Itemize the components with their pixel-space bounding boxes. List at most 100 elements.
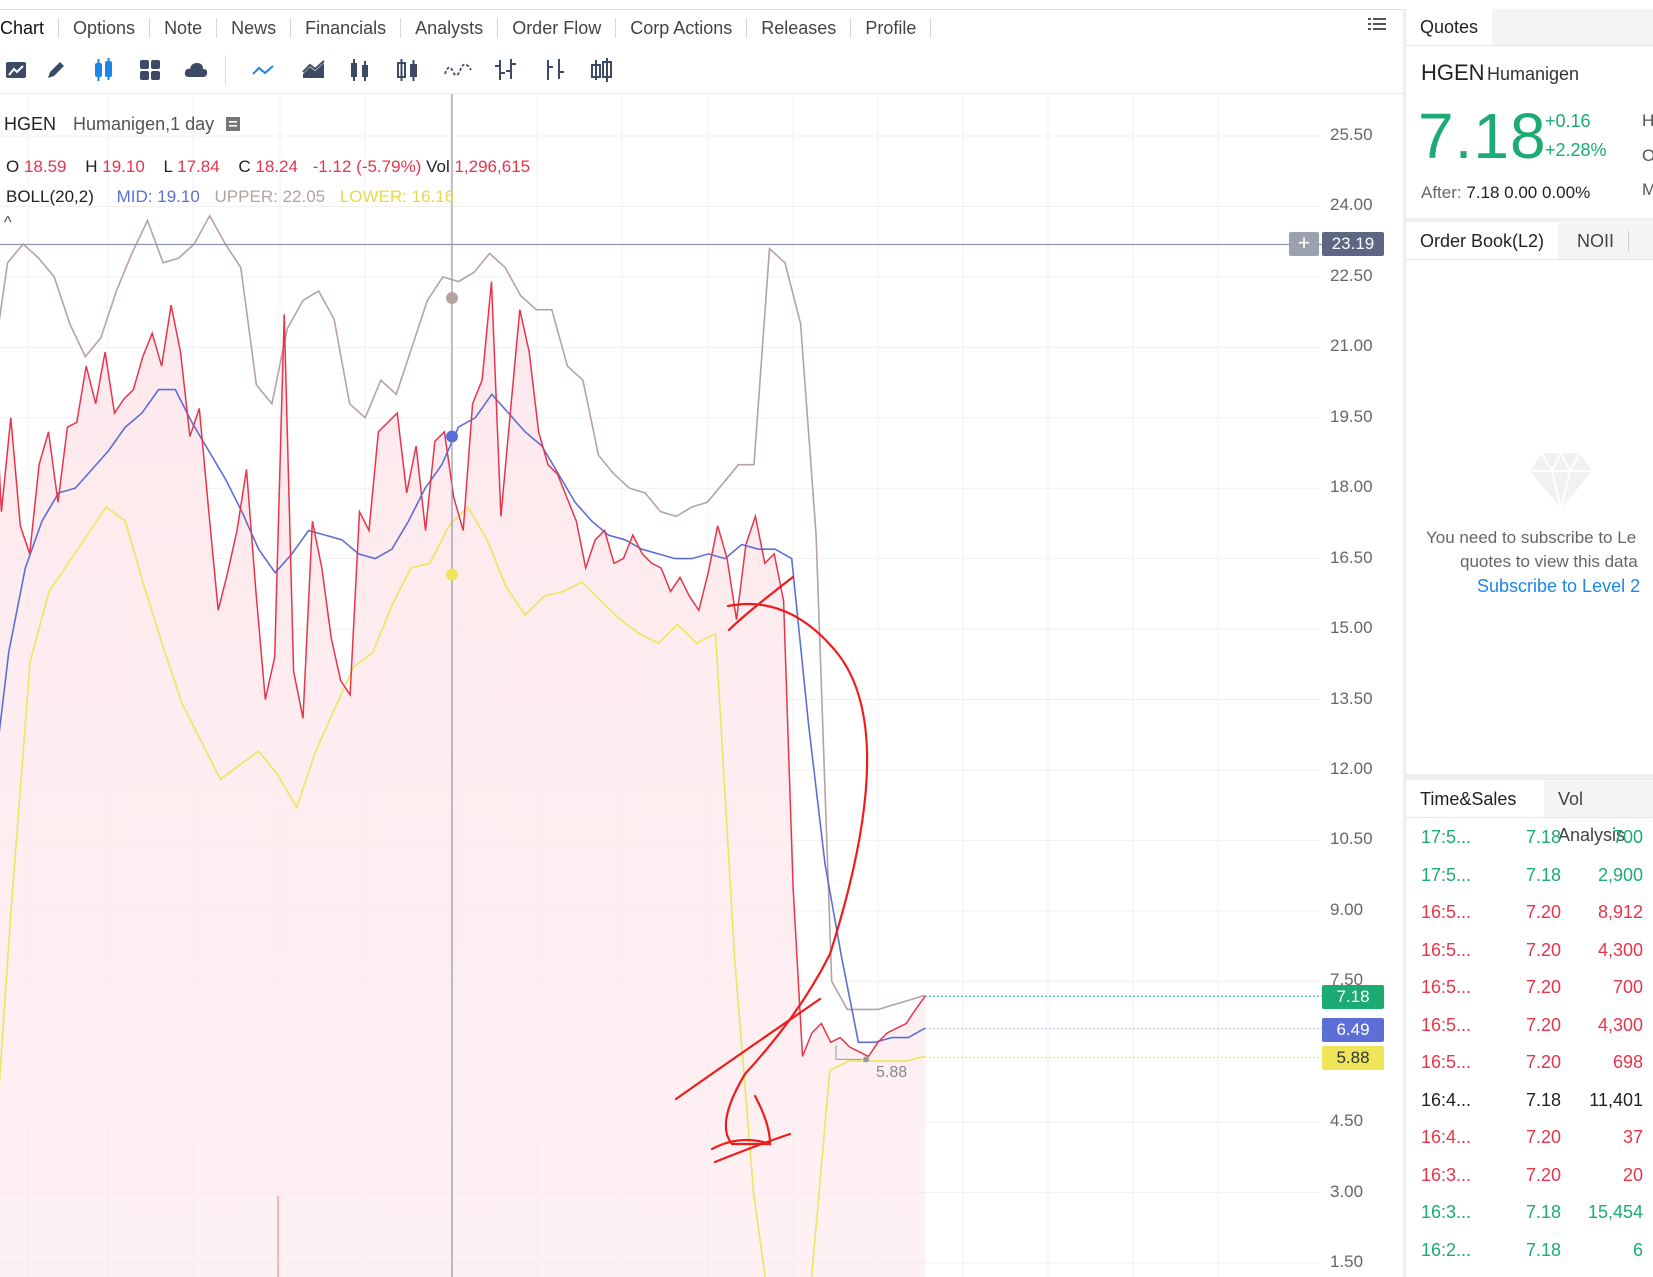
toolbar-separator (225, 55, 226, 85)
trade-price: 7.20 (1525, 902, 1561, 922)
trade-price: 7.18 (1525, 1239, 1561, 1260)
symbol-code: HGEN (4, 114, 57, 134)
time-sales-row[interactable]: 16:5... 7.20 8,912 (1406, 894, 1653, 931)
trade-time: 16:4... (1421, 1089, 1472, 1110)
tab-analysts[interactable]: Analysts (401, 18, 499, 38)
price-chart[interactable] (0, 94, 1403, 1277)
price-axis-label: 19.50 (1330, 406, 1373, 426)
crosshair-add-icon[interactable]: + (1289, 232, 1319, 256)
diamond-icon (1530, 451, 1592, 510)
price-axis-label: 10.50 (1330, 829, 1373, 849)
time-sales-row[interactable]: 16:2... 7.18 6 (1406, 1232, 1653, 1269)
candle-chart-icon[interactable] (346, 52, 374, 88)
ohlc-bar-icon[interactable] (492, 52, 520, 88)
tab-releases[interactable]: Releases (747, 18, 852, 38)
quote-price: 7.18 (1418, 100, 1547, 172)
quote-symbol: HGEN (1421, 60, 1485, 85)
tab-order-book[interactable]: Order Book(L2) (1406, 223, 1559, 259)
indicator-icon[interactable] (90, 52, 118, 88)
tab-quotes[interactable]: Quotes (1406, 9, 1493, 45)
trade-time: 17:5... (1421, 827, 1472, 847)
tab-noii[interactable]: NOII (1563, 231, 1630, 251)
volume-candle-icon[interactable] (588, 52, 616, 88)
crosshair-lower-dot (446, 568, 458, 581)
time-sales-row[interactable]: 16:3... 7.20 20 (1406, 1157, 1653, 1194)
tab-news[interactable]: News (217, 18, 292, 38)
drawing-icon[interactable] (2, 52, 30, 88)
layout-icon[interactable] (136, 52, 164, 88)
boll-line: BOLL(20,2) MID: 19.10 UPPER: 22.05 LOWER… (6, 187, 454, 207)
tab-vol-analysis[interactable]: Vol Analysis (1544, 781, 1653, 845)
details-icon[interactable] (225, 116, 241, 132)
crosshair-mid-dot (446, 430, 458, 443)
time-sales-row[interactable]: 16:4... 7.18 11,401 (1406, 1082, 1653, 1119)
time-sales-row[interactable]: 16:5... 7.20 4,300 (1406, 1007, 1653, 1044)
hollow-candle-icon[interactable] (394, 52, 422, 88)
quote-stat-o: O (1642, 146, 1653, 165)
trade-price: 7.20 (1525, 1127, 1561, 1147)
trade-size: 4,300 (1597, 939, 1643, 960)
trade-size: 37 (1622, 1127, 1643, 1147)
collapse-icon[interactable]: ^ (4, 214, 12, 232)
section-divider (1406, 218, 1653, 222)
timesales-tab-row: Time&Sales Vol Analysis (1406, 781, 1653, 845)
orderbook-message-2: quotes to view this data (1460, 552, 1638, 571)
quote-change: +0.16 (1545, 111, 1591, 131)
section-divider (1406, 774, 1653, 780)
boll-upper-label: UPPER: (214, 187, 278, 206)
time-sales-row[interactable]: 16:4... 7.20 37 (1406, 1119, 1653, 1156)
trade-price: 7.18 (1525, 1202, 1561, 1222)
wave-chart-icon[interactable] (444, 52, 472, 88)
price-axis-label: 4.50 (1330, 1111, 1364, 1131)
trade-time: 16:5... (1421, 902, 1472, 922)
pen-icon[interactable] (42, 52, 70, 88)
boll-upper-value: 22.05 (282, 187, 326, 206)
lower-band-tag: 5.88 (1322, 1046, 1384, 1070)
time-sales-row[interactable]: 16:5... 7.20 698 (1406, 1044, 1653, 1081)
time-sales-row[interactable]: 17:5... 7.18 2,900 (1406, 857, 1653, 894)
quote-stat-h: H (1642, 111, 1653, 130)
tab-time-sales[interactable]: Time&Sales (1406, 781, 1544, 817)
ohlc-line: O 18.59 H 19.10 L 17.84 C 18.24 -1.12 (-… (6, 157, 530, 177)
time-sales-row[interactable]: 16:3... 7.18 15,454 (1406, 1194, 1653, 1231)
time-sales-row[interactable]: 16:5... 7.20 700 (1406, 969, 1653, 1006)
boll-label[interactable]: BOLL(20,2) (6, 187, 94, 206)
price-axis-label: 16.50 (1330, 547, 1373, 567)
trade-size: 8,912 (1597, 902, 1643, 922)
trade-size: 698 (1612, 1052, 1643, 1072)
line-chart-icon[interactable] (250, 52, 278, 88)
hlc-bar-icon[interactable] (540, 52, 568, 88)
volume-label: Vol (426, 157, 450, 176)
trade-size: 2,900 (1597, 864, 1643, 885)
price-axis-label: 25.50 (1330, 125, 1373, 144)
tab-chart[interactable]: Chart (0, 18, 60, 38)
last-price-tag: 7.18 (1322, 985, 1384, 1009)
time-sales-row[interactable]: 17:5... 7.18 700 (1406, 819, 1653, 856)
trade-time: 16:5... (1421, 1052, 1472, 1072)
tab-financials[interactable]: Financials (291, 18, 402, 38)
quote-change-pct: +2.28% (1545, 140, 1607, 160)
tab-note[interactable]: Note (150, 18, 218, 38)
cloud-icon[interactable] (182, 52, 210, 88)
low-marker-dot (863, 1056, 869, 1063)
volume-value: 1,296,615 (454, 157, 531, 176)
trade-price: 7.18 (1525, 1089, 1561, 1110)
tab-options[interactable]: Options (59, 18, 151, 38)
area-chart-icon[interactable] (300, 52, 328, 88)
subscribe-level2-link[interactable]: Subscribe to Level 2 (1477, 576, 1640, 597)
boll-mid-value: 19.10 (157, 187, 200, 206)
after-hours: After: 7.18 0.00 0.00% (1421, 183, 1590, 203)
tab-order-flow[interactable]: Order Flow (498, 18, 617, 38)
trade-time: 16:5... (1421, 939, 1472, 960)
tab-profile[interactable]: Profile (851, 18, 932, 38)
orderbook-message-1: You need to subscribe to Le (1426, 528, 1637, 547)
list-menu-icon[interactable] (1368, 16, 1386, 32)
orderbook-tab-row: Order Book(L2) NOII (1406, 223, 1653, 260)
crosshair-upper-dot (446, 292, 458, 305)
trade-price: 7.20 (1525, 1164, 1561, 1185)
tab-corp-actions[interactable]: Corp Actions (616, 18, 748, 38)
symbol-desc: Humanigen,1 day (73, 114, 215, 134)
after-label: After: (1421, 183, 1462, 202)
symbol-line: HGEN Humanigen,1 day (4, 114, 241, 135)
time-sales-row[interactable]: 16:5... 7.20 4,300 (1406, 932, 1653, 969)
